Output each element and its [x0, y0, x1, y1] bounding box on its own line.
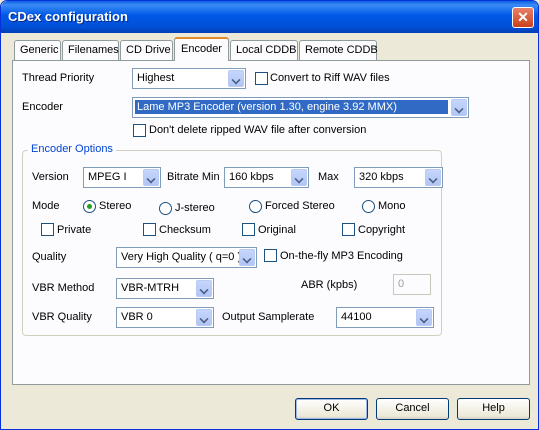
chevron-down-icon[interactable]: [291, 169, 307, 186]
bitrate-max-label: Max: [318, 171, 339, 183]
vbr-method-select[interactable]: VBR-MTRH: [116, 278, 214, 299]
chevron-down-icon[interactable]: [228, 70, 244, 87]
thread-priority-label: Thread Priority: [22, 72, 95, 84]
bitrate-min-value: 160 kbps: [229, 171, 274, 183]
encoder-value: Lame MP3 Encoder (version 1.30, engine 3…: [135, 100, 448, 114]
mode-forced-stereo-label: Forced Stereo: [265, 200, 335, 212]
ok-button[interactable]: OK: [295, 398, 368, 420]
bitrate-max-value: 320 kbps: [359, 171, 404, 183]
abr-value: 0: [398, 278, 405, 290]
bitrate-min-label: Bitrate Min: [167, 171, 220, 183]
chevron-down-icon[interactable]: [425, 169, 441, 186]
abr-label: ABR (kpbs): [301, 279, 358, 291]
vbr-method-value: VBR-MTRH: [121, 282, 180, 294]
mode-stereo-radio[interactable]: [83, 200, 96, 213]
thread-priority-select[interactable]: Highest: [132, 68, 246, 89]
onthefly-label: On-the-fly MP3 Encoding: [280, 250, 403, 262]
cdex-config-window: CDex configuration ✕ Generic Filenames C…: [0, 0, 539, 430]
private-checkbox[interactable]: [41, 223, 54, 236]
vbr-quality-value: VBR 0: [121, 311, 153, 323]
bitrate-max-select[interactable]: 320 kbps: [354, 167, 443, 188]
mode-jstereo-radio[interactable]: [159, 202, 172, 215]
vbr-method-label: VBR Method: [32, 282, 95, 294]
quality-select[interactable]: Very High Quality ( q=0 ): [116, 247, 257, 268]
panel-content: Thread Priority Highest Convert to Riff …: [1, 1, 538, 429]
abr-input[interactable]: 0: [393, 274, 431, 295]
cancel-button[interactable]: Cancel: [376, 398, 449, 420]
version-label: Version: [32, 171, 69, 183]
encoder-select[interactable]: Lame MP3 Encoder (version 1.30, engine 3…: [132, 97, 469, 118]
bitrate-min-select[interactable]: 160 kbps: [224, 167, 309, 188]
chevron-down-icon[interactable]: [143, 169, 159, 186]
mode-stereo-label: Stereo: [99, 200, 132, 212]
convert-riff-label: Convert to Riff WAV files: [270, 72, 390, 84]
thread-priority-value: Highest: [137, 72, 175, 84]
encoder-label: Encoder: [22, 101, 63, 113]
mode-mono-label: Mono: [378, 200, 406, 212]
chevron-down-icon[interactable]: [239, 249, 255, 266]
mode-forced-stereo-radio[interactable]: [249, 200, 262, 213]
quality-label: Quality: [32, 251, 67, 263]
chevron-down-icon[interactable]: [416, 309, 432, 326]
output-samplerate-label: Output Samplerate: [222, 311, 315, 323]
checksum-checkbox[interactable]: [143, 223, 156, 236]
output-samplerate-value: 44100: [341, 311, 372, 323]
help-button[interactable]: Help: [457, 398, 530, 420]
version-select[interactable]: MPEG I: [83, 167, 161, 188]
chevron-down-icon[interactable]: [451, 99, 467, 116]
chevron-down-icon[interactable]: [196, 280, 212, 297]
mode-label: Mode: [32, 200, 60, 212]
output-samplerate-select[interactable]: 44100: [336, 307, 434, 328]
copyright-label: Copyright: [358, 224, 406, 236]
mode-jstereo-label: J-stereo: [175, 202, 215, 214]
dont-delete-wav-checkbox[interactable]: [133, 124, 146, 137]
dont-delete-wav-label: Don't delete ripped WAV file after conve…: [149, 124, 367, 136]
original-checkbox[interactable]: [242, 223, 255, 236]
onthefly-checkbox[interactable]: [264, 249, 277, 262]
copyright-checkbox[interactable]: [342, 223, 355, 236]
vbr-quality-label: VBR Quality: [32, 311, 92, 323]
private-label: Private: [57, 224, 92, 236]
quality-value: Very High Quality ( q=0 ): [121, 251, 242, 263]
chevron-down-icon[interactable]: [196, 309, 212, 326]
vbr-quality-select[interactable]: VBR 0: [116, 307, 214, 328]
encoder-options-title: Encoder Options: [28, 143, 116, 155]
mode-mono-radio[interactable]: [362, 200, 375, 213]
version-value: MPEG I: [88, 171, 127, 183]
convert-riff-checkbox[interactable]: [255, 72, 268, 85]
original-label: Original: [258, 224, 296, 236]
checksum-label: Checksum: [159, 224, 211, 236]
